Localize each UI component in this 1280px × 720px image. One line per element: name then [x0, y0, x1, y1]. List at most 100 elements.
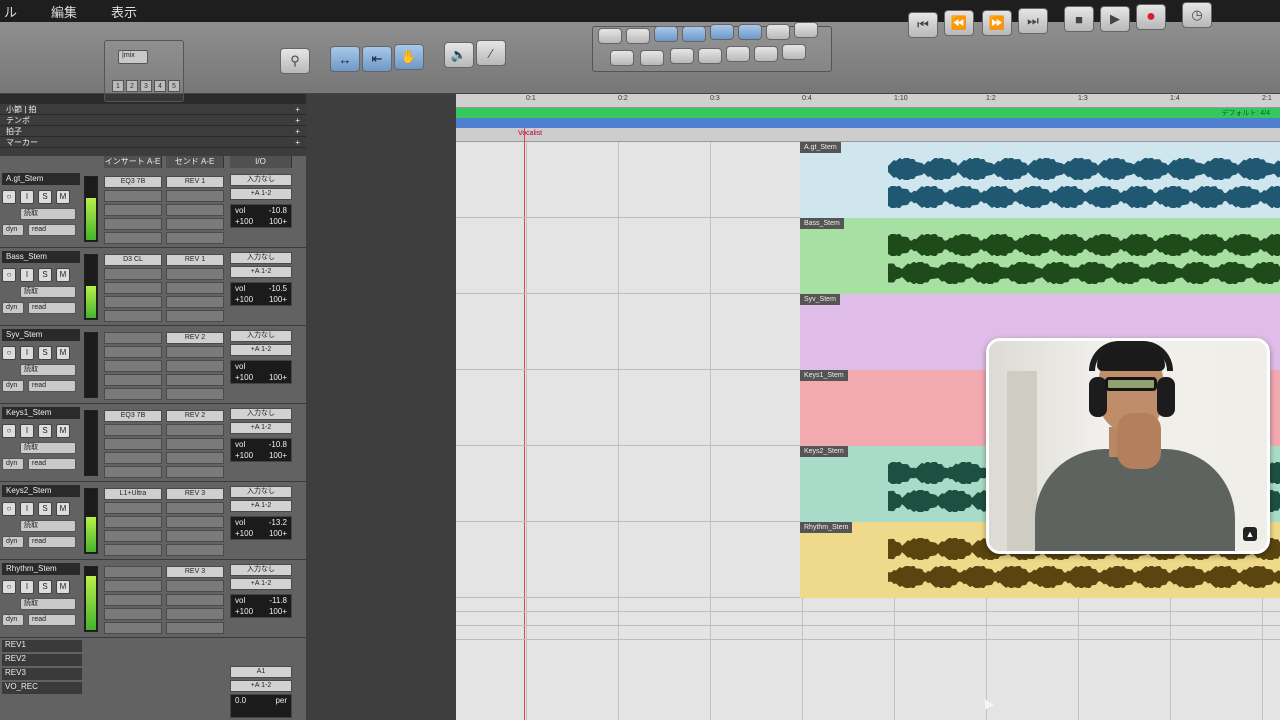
read-mode-select[interactable]: read: [28, 380, 76, 392]
solo-button[interactable]: S: [38, 346, 52, 360]
pan-left-value[interactable]: +100: [235, 295, 253, 304]
volume-pan-display[interactable]: vol -13.2 +100 100+: [230, 516, 292, 540]
stop-button[interactable]: ■: [1064, 6, 1094, 32]
tool-10[interactable]: [640, 50, 664, 66]
insert-slot[interactable]: [104, 566, 162, 578]
send-slot[interactable]: [166, 466, 224, 478]
send-slot[interactable]: REV 2: [166, 410, 224, 422]
return-track[interactable]: REV3: [2, 668, 82, 680]
global-track-signature[interactable]: 拍子 +: [0, 126, 306, 137]
send-slot[interactable]: [166, 310, 224, 322]
play-button[interactable]: ▶: [1100, 6, 1130, 32]
tool-range-button[interactable]: ⇤: [362, 46, 392, 72]
return-track[interactable]: REV2: [2, 654, 82, 666]
track-name[interactable]: Keys1_Stem: [2, 407, 80, 419]
track-lane[interactable]: [456, 626, 1280, 640]
input-button[interactable]: I: [20, 424, 34, 438]
global-track-tempo[interactable]: テンポ +: [0, 115, 306, 126]
tool-6[interactable]: [738, 24, 762, 40]
send-slot[interactable]: [166, 268, 224, 280]
volume-value[interactable]: -13.2: [269, 518, 287, 527]
solo-button[interactable]: S: [38, 502, 52, 516]
track-lane[interactable]: [456, 598, 1280, 612]
insert-slot[interactable]: D3 CL: [104, 254, 162, 266]
send-slot[interactable]: [166, 516, 224, 528]
pan-right-value[interactable]: 100+: [269, 373, 287, 382]
audio-region[interactable]: Bass_Stem: [800, 218, 1280, 294]
automation-mode-select[interactable]: 読取: [20, 442, 76, 454]
send-slot[interactable]: [166, 424, 224, 436]
tool-8[interactable]: [794, 22, 818, 38]
insert-slot[interactable]: [104, 452, 162, 464]
insert-slot[interactable]: L1+Ultra: [104, 488, 162, 500]
vo-bus-select[interactable]: +A 1-2: [230, 680, 292, 692]
solo-button[interactable]: S: [38, 424, 52, 438]
pan-left-value[interactable]: +100: [235, 373, 253, 382]
send-slot[interactable]: [166, 374, 224, 386]
mute-button[interactable]: M: [56, 424, 70, 438]
send-slot[interactable]: REV 3: [166, 488, 224, 500]
track-name[interactable]: Rhythm_Stem: [2, 563, 80, 575]
dyn-button[interactable]: dyn: [2, 224, 24, 236]
send-slot[interactable]: [166, 204, 224, 216]
insert-slot[interactable]: [104, 346, 162, 358]
tool-5[interactable]: [710, 24, 734, 40]
input-select[interactable]: 入力なし: [230, 408, 292, 420]
insert-slot[interactable]: [104, 296, 162, 308]
read-mode-select[interactable]: read: [28, 224, 76, 236]
tool-hand-button[interactable]: ✋: [394, 44, 424, 70]
send-slot[interactable]: [166, 580, 224, 592]
read-mode-select[interactable]: read: [28, 614, 76, 626]
vo-pan-value[interactable]: per: [275, 696, 287, 705]
mute-button[interactable]: M: [56, 580, 70, 594]
insert-slot[interactable]: [104, 530, 162, 542]
pan-left-value[interactable]: +100: [235, 529, 253, 538]
insert-slot[interactable]: [104, 594, 162, 606]
tool-11[interactable]: [670, 48, 694, 64]
power-button[interactable]: ○: [2, 346, 16, 360]
insert-slot[interactable]: [104, 310, 162, 322]
insert-slot[interactable]: [104, 516, 162, 528]
automation-mode-select[interactable]: 読取: [20, 286, 76, 298]
insert-slot[interactable]: [104, 268, 162, 280]
output-select[interactable]: +A 1-2: [230, 500, 292, 512]
global-track-bar[interactable]: 小節 | 拍 +: [0, 104, 306, 115]
input-button[interactable]: I: [20, 346, 34, 360]
skip-forward-button[interactable]: ⏭: [1018, 8, 1048, 34]
insert-slot[interactable]: [104, 282, 162, 294]
mute-button[interactable]: M: [56, 346, 70, 360]
send-slot[interactable]: [166, 502, 224, 514]
power-button[interactable]: ○: [2, 424, 16, 438]
signature-track[interactable]: [456, 118, 1280, 128]
pan-right-value[interactable]: 100+: [269, 607, 287, 616]
timeline-ruler[interactable]: 0:1 0:2 0:3 0:4 1:10 1:2 1:3 1:4 2:1: [456, 94, 1280, 108]
insert-slot[interactable]: [104, 608, 162, 620]
volume-value[interactable]: -10.8: [269, 206, 287, 215]
number-5[interactable]: 5: [168, 80, 180, 92]
send-slot[interactable]: [166, 346, 224, 358]
view-selector[interactable]: |mix: [118, 50, 148, 64]
output-select[interactable]: +A 1-2: [230, 344, 292, 356]
send-slot[interactable]: [166, 622, 224, 634]
pan-left-value[interactable]: +100: [235, 607, 253, 616]
insert-slot[interactable]: [104, 580, 162, 592]
send-slot[interactable]: REV 1: [166, 176, 224, 188]
tool-1[interactable]: [598, 28, 622, 44]
solo-button[interactable]: S: [38, 190, 52, 204]
insert-slot[interactable]: [104, 466, 162, 478]
tool-9[interactable]: [610, 50, 634, 66]
record-button[interactable]: ●: [1136, 4, 1166, 30]
input-button[interactable]: I: [20, 502, 34, 516]
dyn-button[interactable]: dyn: [2, 536, 24, 548]
insert-slot[interactable]: [104, 232, 162, 244]
solo-button[interactable]: S: [38, 268, 52, 282]
volume-pan-display[interactable]: vol -10.5 +100 100+: [230, 282, 292, 306]
send-slot[interactable]: [166, 594, 224, 606]
number-2[interactable]: 2: [126, 80, 138, 92]
track-name[interactable]: A.gt_Stem: [2, 173, 80, 185]
marker-label[interactable]: Vocalist: [518, 130, 542, 137]
add-icon[interactable]: +: [295, 138, 300, 147]
automation-mode-select[interactable]: 読取: [20, 364, 76, 376]
send-slot[interactable]: [166, 530, 224, 542]
insert-slot[interactable]: EQ3 7B: [104, 176, 162, 188]
